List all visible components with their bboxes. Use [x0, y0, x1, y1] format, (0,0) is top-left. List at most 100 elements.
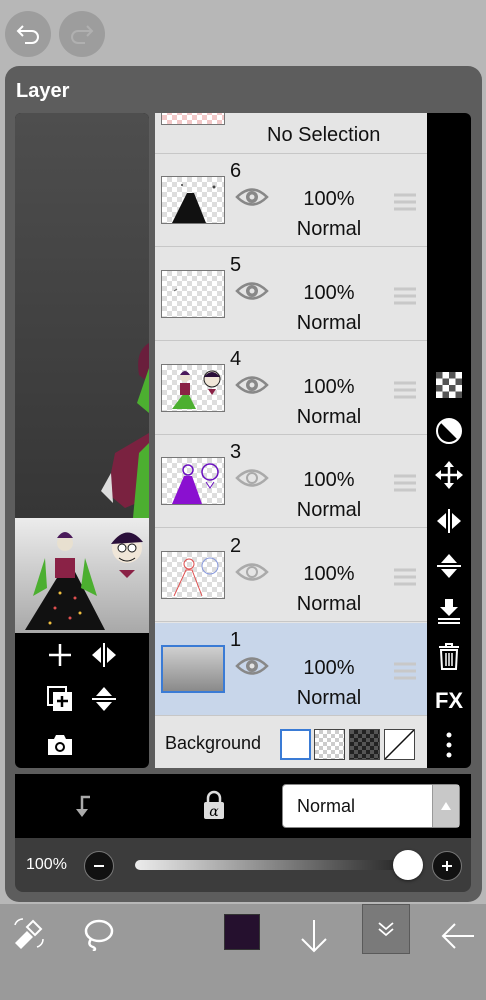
layer-row[interactable]: 3 100% Normal [155, 435, 427, 529]
visibility-toggle[interactable] [235, 280, 269, 307]
blend-bar: α Normal [15, 774, 471, 838]
background-checker-light-swatch[interactable] [314, 729, 345, 760]
drag-handle[interactable] [393, 286, 417, 311]
plus-icon [49, 644, 71, 666]
duplicate-layer-button[interactable] [43, 682, 77, 716]
layer-row[interactable]: 1 100% Normal [155, 623, 427, 716]
layer-number: 5 [230, 253, 242, 276]
no-selection-row[interactable]: No Selection [155, 113, 427, 154]
layer-opacity: 100% [303, 657, 355, 679]
flip-layer-horizontal-button[interactable] [433, 505, 465, 537]
visibility-toggle[interactable] [235, 186, 269, 213]
clip-arrow-icon [76, 795, 90, 817]
clipping-button[interactable] [433, 415, 465, 447]
drag-handle[interactable] [393, 661, 417, 686]
drag-handle[interactable] [393, 380, 417, 405]
visibility-toggle[interactable] [235, 655, 269, 682]
canvas-art [101, 343, 149, 518]
move-arrows-icon [435, 461, 463, 489]
flip-vertical-icon [437, 554, 461, 578]
eye-icon [235, 282, 269, 300]
layer-row[interactable]: 2 100% Normal [155, 529, 427, 623]
opacity-decrease-button[interactable] [84, 851, 114, 881]
checkerboard-icon [436, 372, 462, 398]
selection-label: No Selection [267, 124, 381, 146]
layer-thumbnail [161, 269, 225, 318]
flip-layer-vertical-button[interactable] [433, 550, 465, 582]
add-layer-button[interactable] [43, 638, 77, 672]
drag-handle-icon [394, 381, 416, 399]
fx-button[interactable]: FX [433, 685, 465, 717]
flip-horizontal-button[interactable] [87, 638, 121, 672]
drag-handle-icon [394, 662, 416, 680]
layer-row[interactable]: 4 100% Normal [155, 341, 427, 435]
opacity-slider[interactable] [135, 860, 415, 870]
undo-icon [16, 25, 39, 44]
merge-down-button[interactable] [433, 595, 465, 627]
opacity-slider-knob[interactable] [393, 850, 423, 880]
alpha-lock-button[interactable]: α [197, 786, 231, 824]
more-options-button[interactable] [433, 729, 465, 761]
drag-handle[interactable] [393, 473, 417, 498]
layer-blend-mode: Normal [296, 218, 362, 240]
camera-icon [48, 735, 72, 755]
layer-row[interactable]: 5 100% Normal [155, 247, 427, 341]
vertical-dots-icon [446, 732, 452, 758]
blend-mode-value: Normal [297, 796, 356, 816]
visibility-toggle[interactable] [235, 467, 269, 494]
layers-toggle-button[interactable] [362, 904, 410, 954]
background-white-swatch[interactable] [280, 729, 311, 760]
eye-icon [235, 657, 269, 675]
layer-opacity: 100% [303, 469, 355, 492]
flip-vertical-button[interactable] [87, 682, 121, 716]
transform-tool-button[interactable] [6, 912, 50, 956]
layer-blend-mode: Normal [296, 687, 362, 709]
layer-list[interactable]: No Selection 6 100% Normal 5 100% Normal 4 100%… [155, 113, 427, 768]
background-row[interactable]: Background [155, 717, 427, 768]
layer-row[interactable]: 6 100% Normal [155, 154, 427, 247]
clipping-toggle-button[interactable] [65, 789, 99, 823]
drag-handle-icon [394, 193, 416, 211]
flip-horizontal-icon [92, 643, 116, 667]
arrow-left-icon [441, 923, 474, 949]
canvas-view[interactable] [15, 113, 149, 518]
move-button[interactable] [433, 459, 465, 491]
merge-down-icon [438, 599, 460, 624]
blend-mode-arrow[interactable] [432, 785, 459, 827]
layer-panel: Layer No Selection 6 100% Normal 5 100% … [5, 66, 482, 902]
canvas-thumbnail [15, 518, 149, 633]
eye-icon [235, 563, 269, 581]
background-none-swatch[interactable] [384, 729, 415, 760]
flip-vertical-icon [92, 687, 116, 711]
undo-button[interactable] [5, 11, 51, 57]
color-swatch-button[interactable] [224, 914, 260, 950]
layer-number: 4 [230, 347, 242, 370]
drag-handle-icon [394, 568, 416, 586]
layer-opacity: 100% [303, 188, 355, 210]
layer-opacity: 100% [303, 563, 355, 586]
background-checker-dark-swatch[interactable] [349, 729, 380, 760]
layer-thumbnail [161, 363, 225, 412]
drag-handle[interactable] [393, 567, 417, 592]
layer-down-button[interactable] [292, 914, 336, 958]
opacity-increase-button[interactable] [432, 851, 462, 881]
layer-opacity: 100% [303, 281, 355, 304]
layer-thumbnail [161, 176, 225, 224]
slash-icon [384, 729, 415, 760]
camera-button[interactable] [43, 728, 77, 762]
delete-layer-button[interactable] [433, 640, 465, 672]
redo-button[interactable] [59, 11, 105, 57]
lasso-tool-button[interactable] [76, 912, 120, 956]
duplicate-icon [47, 686, 72, 711]
visibility-toggle[interactable] [235, 561, 269, 588]
eye-icon [235, 375, 269, 394]
trash-icon [439, 643, 459, 670]
transparency-button[interactable] [433, 369, 465, 401]
chevron-up-icon [441, 802, 451, 810]
back-button[interactable] [436, 914, 480, 958]
blend-mode-select[interactable]: Normal [282, 784, 460, 828]
drag-handle[interactable] [393, 192, 417, 217]
svg-text:α: α [209, 804, 219, 820]
flip-horizontal-icon [437, 509, 461, 533]
visibility-toggle[interactable] [235, 374, 269, 401]
